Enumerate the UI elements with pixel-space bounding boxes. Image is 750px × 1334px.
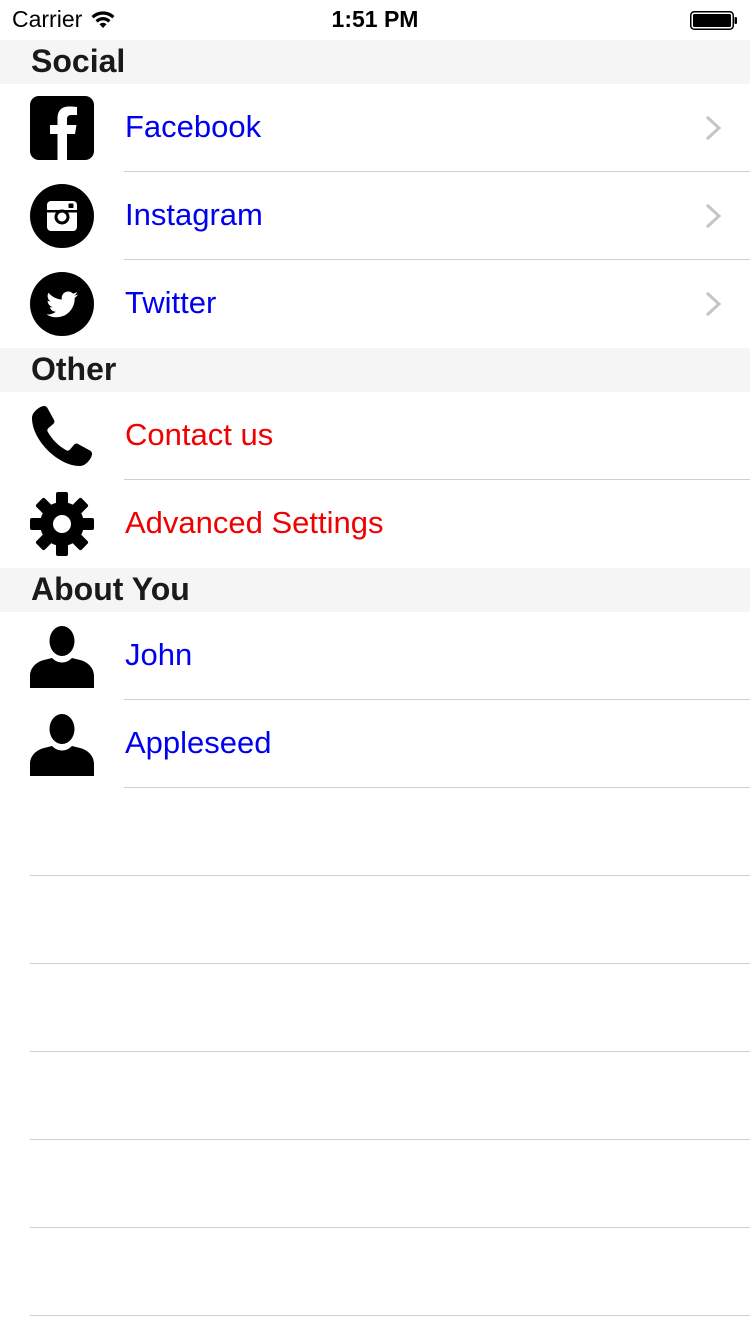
section-title-other: Other	[31, 351, 117, 387]
row-contact-us[interactable]: Contact us	[0, 392, 750, 480]
row-appleseed[interactable]: Appleseed	[0, 700, 750, 788]
instagram-icon	[30, 184, 94, 248]
section-header-social: Social	[0, 40, 750, 84]
empty-row-separator	[30, 1315, 750, 1316]
battery-icon	[690, 11, 737, 30]
row-label-appleseed: Appleseed	[125, 725, 272, 760]
status-time: 1:51 PM	[331, 6, 419, 32]
empty-row-separator	[30, 1139, 750, 1140]
empty-row-separator	[30, 1051, 750, 1052]
row-label-john: John	[125, 637, 193, 672]
empty-row-separator	[30, 1227, 750, 1228]
status-bar: Carrier 1:51 PM	[0, 0, 750, 40]
section-title-about-you: About You	[31, 571, 190, 607]
empty-row-separator	[30, 963, 750, 964]
person-icon	[30, 626, 94, 688]
gear-icon	[30, 492, 94, 556]
row-twitter[interactable]: Twitter	[0, 260, 750, 348]
row-label-advanced-settings: Advanced Settings	[125, 505, 384, 540]
row-label-twitter: Twitter	[125, 285, 217, 320]
section-title-social: Social	[31, 43, 126, 79]
row-label-instagram: Instagram	[125, 197, 263, 232]
row-john[interactable]: John	[0, 612, 750, 700]
phone-icon	[32, 406, 92, 466]
chevron-right-icon	[705, 115, 722, 141]
row-label-contact-us: Contact us	[125, 417, 274, 452]
empty-row-separator	[30, 875, 750, 876]
row-separator	[124, 787, 750, 788]
chevron-right-icon	[705, 203, 722, 229]
row-label-facebook: Facebook	[125, 109, 262, 144]
chevron-right-icon	[705, 291, 722, 317]
person-icon	[30, 714, 94, 776]
row-facebook[interactable]: Facebook	[0, 84, 750, 172]
section-header-about-you: About You	[0, 568, 750, 612]
row-advanced-settings[interactable]: Advanced Settings	[0, 480, 750, 568]
section-header-other: Other	[0, 348, 750, 392]
facebook-icon	[30, 96, 94, 160]
twitter-icon	[30, 272, 94, 336]
row-instagram[interactable]: Instagram	[0, 172, 750, 260]
